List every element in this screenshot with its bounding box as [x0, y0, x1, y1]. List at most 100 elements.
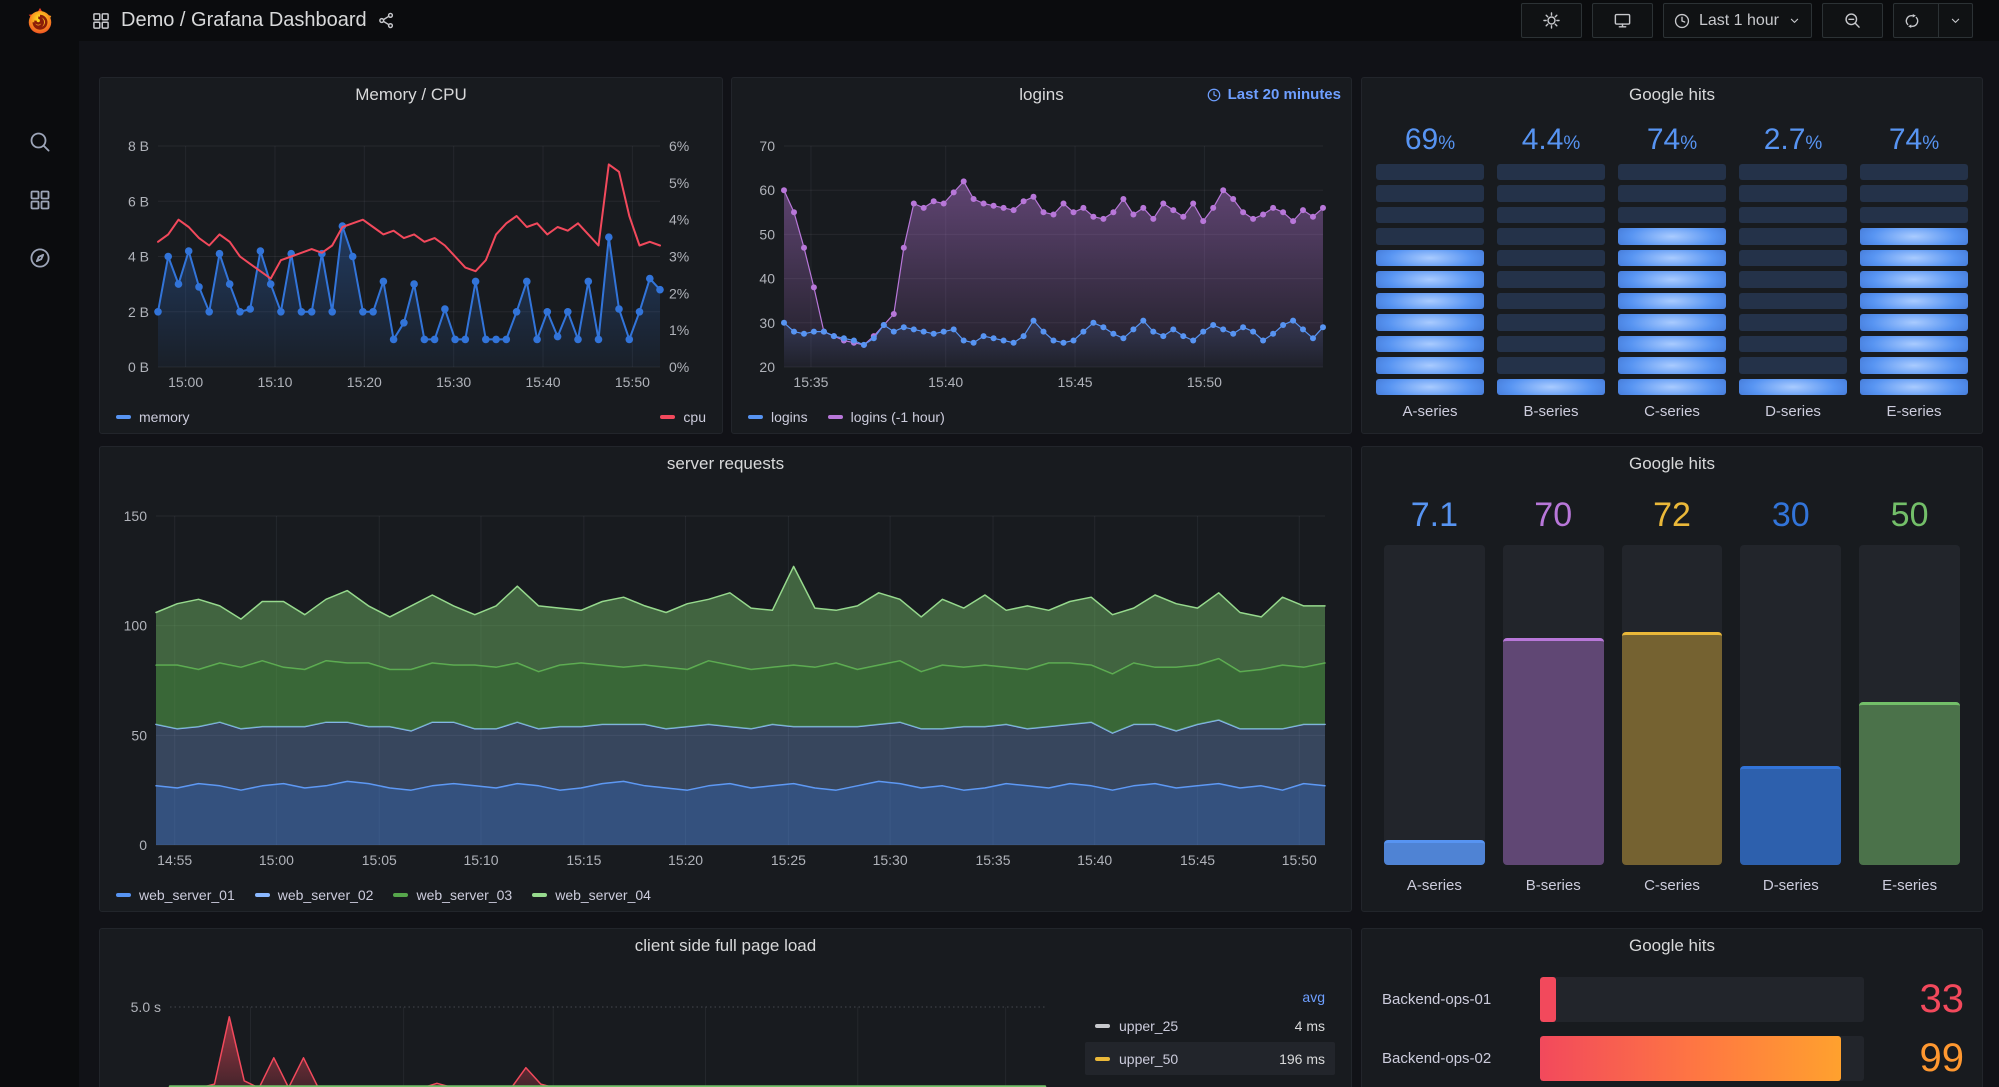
logins-chart[interactable]: 15:35 15:40 15:45 15:50 20 30 40 50 60 70 [744, 112, 1339, 397]
series-label: D-series [1765, 403, 1821, 420]
legend-label: web_server_04 [555, 887, 651, 903]
legend-item[interactable]: logins (-1 hour) [827, 409, 945, 425]
time-range-picker[interactable]: Last 1 hour [1662, 3, 1812, 38]
svg-text:15:45: 15:45 [1180, 852, 1215, 868]
legend-item[interactable]: cpu [660, 409, 706, 425]
svg-text:50: 50 [131, 727, 147, 743]
top-bar: Demo / Grafana Dashboard Last 1 hour [0, 0, 1999, 41]
legend-series-name[interactable]: upper_25 [1119, 1018, 1295, 1034]
panel-header[interactable]: client side full page load [100, 929, 1351, 963]
panel-header[interactable]: Google hits [1362, 78, 1982, 112]
dashboard-title[interactable]: Demo / Grafana Dashboard [121, 9, 367, 32]
svg-text:15:10: 15:10 [257, 374, 292, 390]
zoom-out-time-button[interactable] [1822, 3, 1883, 38]
horizontal-gauge: Backend-ops-01 33 Backend-ops-02 99 [1382, 977, 1964, 1087]
svg-text:60: 60 [759, 182, 775, 198]
panel-title[interactable]: Google hits [1629, 936, 1715, 956]
legend-table-row[interactable]: upper_25 4 ms [1085, 1009, 1335, 1042]
grafana-logo[interactable] [0, 6, 79, 36]
server-requests-chart[interactable]: 14:55 15:00 15:05 15:10 15:15 15:20 15:25 15:30… [112, 481, 1339, 875]
sidebar-item-search[interactable] [0, 113, 79, 171]
panel-title[interactable]: Google hits [1629, 85, 1715, 105]
dashboard-settings-button[interactable] [1520, 3, 1582, 38]
share-icon[interactable] [377, 11, 396, 30]
bar-gauge-fill [1740, 766, 1842, 865]
bar-gauge-value: 7.1 [1410, 496, 1459, 534]
gauge-label: Backend-ops-01 [1382, 991, 1492, 1008]
panel-time-override-badge[interactable]: Last 20 minutes [1206, 86, 1341, 103]
svg-text:30: 30 [759, 315, 775, 331]
svg-text:0 B: 0 B [128, 359, 149, 375]
lcd-cell [1376, 378, 1484, 395]
lcd-column: 74% E-series [1860, 118, 1968, 425]
svg-text:70: 70 [759, 138, 775, 154]
memory-cpu-legend: memory cpu [116, 409, 706, 425]
svg-text:3%: 3% [669, 249, 689, 265]
lcd-cell [1739, 228, 1847, 245]
panel-title[interactable]: server requests [667, 454, 784, 474]
bar-gauge-column: 30 D-series [1740, 487, 1842, 905]
bar-gauge-column: 70 B-series [1502, 487, 1604, 905]
lcd-value: 2.7% [1763, 123, 1823, 156]
panel-header[interactable]: Google hits [1362, 447, 1982, 481]
panel-memory-cpu: Memory / CPU 15:00 15:10 15:20 15:30 15:40 15… [99, 77, 723, 434]
bar-gauge-track [1859, 545, 1960, 865]
legend-label: cpu [683, 409, 706, 425]
panel-title[interactable]: Google hits [1629, 454, 1715, 474]
legend-series-name[interactable]: upper_50 [1119, 1051, 1279, 1067]
panel-time-override-label: Last 20 minutes [1227, 86, 1341, 103]
lcd-cells [1739, 164, 1847, 395]
lcd-cell [1739, 185, 1847, 202]
legend-item[interactable]: logins [748, 409, 808, 425]
panel-title[interactable]: Memory / CPU [355, 85, 466, 105]
legend-item[interactable]: web_server_01 [116, 887, 235, 903]
bar-gauge-fill [1502, 638, 1604, 865]
lcd-column: 2.7% D-series [1739, 118, 1847, 425]
refresh-button-group [1893, 3, 1973, 38]
svg-text:20: 20 [759, 359, 775, 375]
panel-header[interactable]: Memory / CPU [100, 78, 722, 112]
svg-text:150: 150 [124, 508, 148, 524]
panel-server-requests: server requests 14:55 15:00 15:05 15:10 15:1… [99, 446, 1352, 912]
legend-label: web_server_03 [416, 887, 513, 903]
bar-gauge-value: 70 [1534, 496, 1573, 534]
legend-item[interactable]: memory [116, 409, 190, 425]
legend-color-dash [254, 893, 270, 897]
lcd-bar-gauge: 69% A-series 4.4% B-series 74% C-series 2.7% D-… [1376, 118, 1968, 425]
lcd-value: 74% [1888, 123, 1940, 156]
svg-text:15:30: 15:30 [873, 852, 908, 868]
legend-item[interactable]: web_server_04 [532, 887, 651, 903]
panel-title[interactable]: logins [1019, 85, 1063, 105]
bar-gauge-column: 7.1 A-series [1384, 487, 1485, 905]
refresh-button[interactable] [1894, 4, 1930, 37]
memory-cpu-chart[interactable]: 15:00 15:10 15:20 15:30 15:40 15:50 0 B 2 B 4 B 6… [112, 112, 710, 397]
legend-label: web_server_02 [277, 887, 374, 903]
series-label: C-series [1644, 877, 1700, 894]
refresh-interval-button[interactable] [1938, 4, 1972, 37]
sidebar-item-dashboards[interactable] [0, 171, 79, 229]
cycle-view-button[interactable] [1591, 3, 1653, 38]
panel-google-hits-gauge: Google hits Backend-ops-01 33 Backend-ops-… [1361, 928, 1983, 1087]
bar-gauge-fill [1859, 702, 1960, 865]
sidebar [0, 41, 79, 1087]
lcd-cell [1497, 206, 1605, 224]
sidebar-item-explore[interactable] [0, 229, 79, 287]
gauge-row: Backend-ops-01 33 [1382, 977, 1964, 1022]
legend-item[interactable]: web_server_02 [254, 887, 374, 903]
lcd-cell [1739, 164, 1847, 181]
legend-avg-value: 4 ms [1294, 1017, 1325, 1034]
legend-color-dash [532, 893, 548, 897]
panel-header[interactable]: server requests [100, 447, 1351, 481]
time-range-label: Last 1 hour [1698, 11, 1779, 29]
dashboards-icon [28, 188, 52, 212]
lcd-cell [1376, 228, 1484, 245]
legend-item[interactable]: web_server_03 [393, 887, 512, 903]
legend-table-row[interactable]: upper_50 196 ms [1085, 1042, 1335, 1075]
svg-text:6 B: 6 B [128, 193, 149, 209]
panel-title[interactable]: client side full page load [635, 936, 816, 956]
lcd-cell [1497, 228, 1605, 245]
legend-avg-column-header[interactable]: avg [1085, 985, 1335, 1009]
svg-text:15:40: 15:40 [1077, 852, 1112, 868]
top-bar-actions: Last 1 hour [1520, 3, 1999, 38]
panel-header[interactable]: Google hits [1362, 929, 1982, 963]
